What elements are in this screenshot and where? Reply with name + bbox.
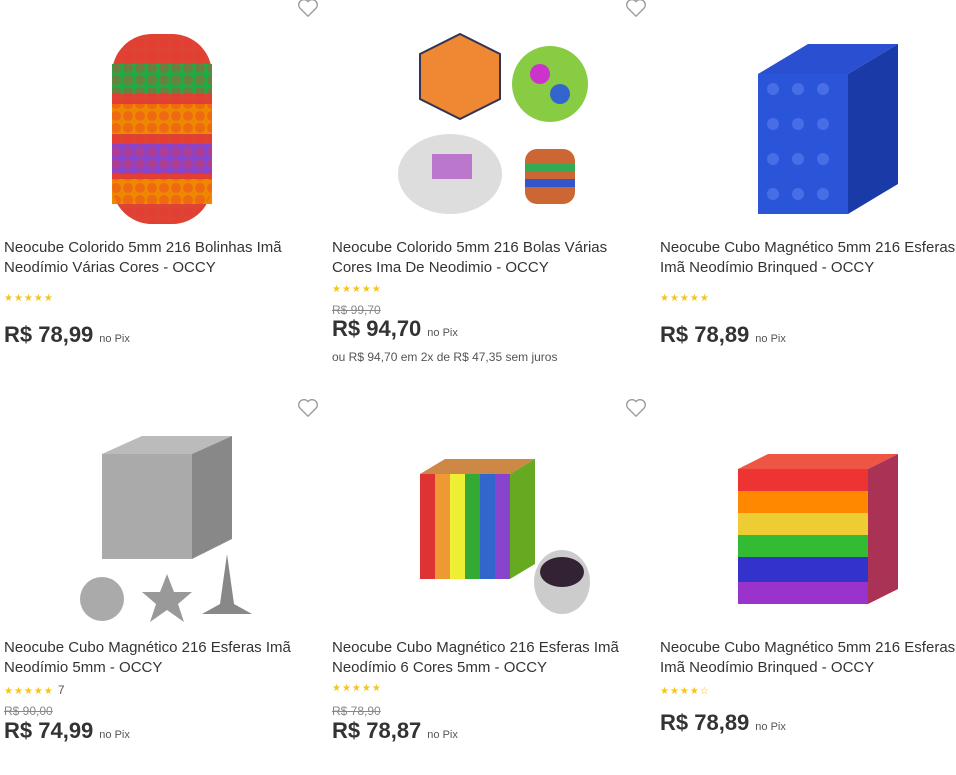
product-card[interactable]: Neocube Cubo Magnético 216 Esferas Imã N…: [4, 398, 319, 775]
star-icon: ★★★★★: [332, 683, 382, 694]
product-card[interactable]: Neocube Cubo Magnético 5mm 216 Esferas I…: [660, 0, 956, 375]
old-price: R$ 99,70: [332, 303, 381, 317]
product-image[interactable]: [718, 14, 918, 232]
product-title[interactable]: Neocube Colorido 5mm 216 Bolas Várias Co…: [332, 238, 642, 278]
price: R$ 78,87 no Pix: [332, 718, 458, 743]
price-suffix: no Pix: [427, 327, 458, 339]
price: R$ 78,99 no Pix: [4, 322, 130, 347]
product-title[interactable]: Neocube Cubo Magnético 216 Esferas Imã N…: [4, 638, 314, 678]
rating-stars: ★★★★★ 7: [4, 683, 65, 697]
rating-stars: ★★★★★: [332, 683, 382, 694]
price: R$ 94,70 no Pix: [332, 316, 458, 341]
product-card[interactable]: Neocube Colorido 5mm 216 Bolas Várias Co…: [332, 0, 647, 375]
rating-stars: ★★★★☆: [660, 686, 710, 697]
price-suffix: no Pix: [755, 333, 786, 345]
price-suffix: no Pix: [755, 721, 786, 733]
product-image[interactable]: [62, 14, 262, 232]
rating-stars: ★★★★★: [660, 293, 710, 304]
price: R$ 78,89 no Pix: [660, 710, 786, 735]
star-icon: ★★★★★: [660, 293, 710, 304]
old-price: R$ 78,90: [332, 704, 381, 718]
price: R$ 78,89 no Pix: [660, 322, 786, 347]
installment-info: ou R$ 94,70 em 2x de R$ 47,35 sem juros: [332, 350, 558, 364]
heart-icon[interactable]: [625, 0, 647, 18]
star-icon: ★★★★★: [4, 686, 54, 697]
product-image[interactable]: [390, 414, 590, 632]
product-title[interactable]: Neocube Cubo Magnético 216 Esferas Imã N…: [332, 638, 642, 678]
price-suffix: no Pix: [99, 333, 130, 345]
review-count: 7: [57, 683, 65, 697]
rating-stars: ★★★★★: [332, 284, 382, 295]
price: R$ 74,99 no Pix: [4, 718, 130, 743]
heart-icon[interactable]: [625, 398, 647, 418]
product-title[interactable]: Neocube Colorido 5mm 216 Bolinhas Imã Ne…: [4, 238, 314, 278]
product-title[interactable]: Neocube Cubo Magnético 5mm 216 Esferas I…: [660, 638, 956, 678]
star-icon: ★★★★★: [4, 293, 54, 304]
heart-icon[interactable]: [297, 0, 319, 18]
heart-icon[interactable]: [297, 398, 319, 418]
product-card[interactable]: Neocube Cubo Magnético 216 Esferas Imã N…: [332, 398, 647, 775]
price-suffix: no Pix: [427, 729, 458, 741]
rating-stars: ★★★★★: [4, 293, 54, 304]
product-card[interactable]: Neocube Cubo Magnético 5mm 216 Esferas I…: [660, 400, 956, 775]
product-image[interactable]: [718, 414, 918, 632]
star-icon: ★★★★☆: [660, 686, 710, 697]
old-price: R$ 90,00: [4, 704, 53, 718]
product-image[interactable]: [62, 414, 262, 632]
price-suffix: no Pix: [99, 729, 130, 741]
star-icon: ★★★★★: [332, 284, 382, 295]
product-title[interactable]: Neocube Cubo Magnético 5mm 216 Esferas I…: [660, 238, 956, 278]
product-card[interactable]: Neocube Colorido 5mm 216 Bolinhas Imã Ne…: [4, 0, 319, 375]
product-image[interactable]: [390, 14, 590, 232]
